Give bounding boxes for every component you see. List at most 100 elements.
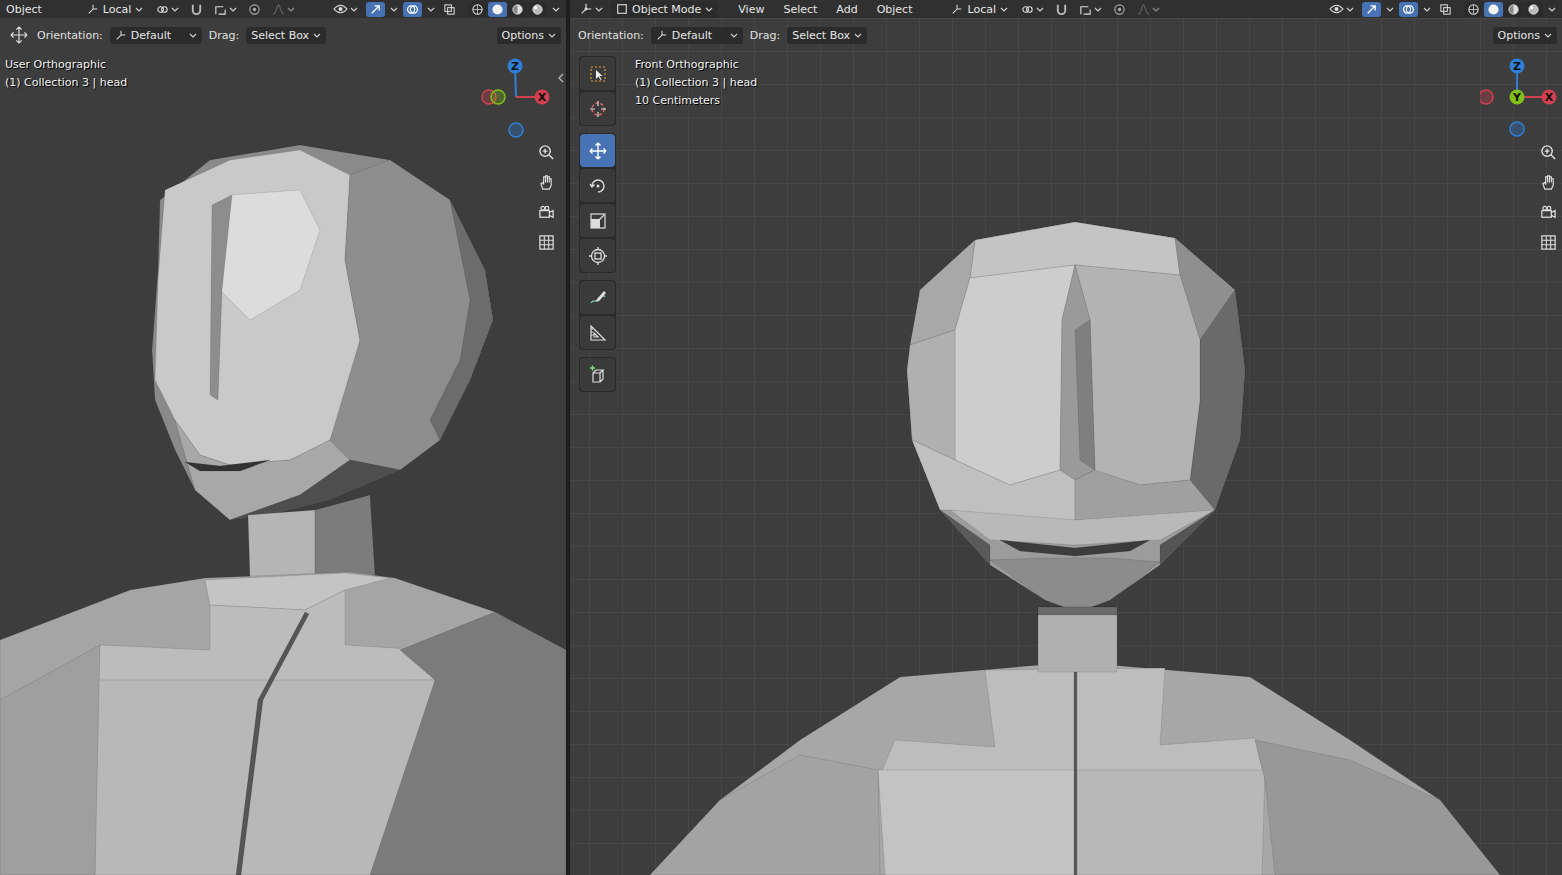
overlays-toggle[interactable] xyxy=(403,2,422,17)
menu-item[interactable]: Object xyxy=(870,3,920,16)
mode-dropdown[interactable]: Object Mode xyxy=(611,1,718,18)
camera-view-button[interactable] xyxy=(534,200,558,224)
gizmo-axis-handle[interactable] xyxy=(1542,90,1557,105)
mesh-face xyxy=(955,265,1075,485)
pivot-button[interactable] xyxy=(153,2,182,17)
navigation-gizmo[interactable]: ZXY xyxy=(1480,56,1560,140)
tool-button[interactable] xyxy=(580,92,615,125)
transform-orientation-dropdown[interactable]: Local xyxy=(946,1,1013,18)
orientation-value: Default xyxy=(672,29,726,42)
shading-button[interactable] xyxy=(1484,2,1503,17)
gizmo-axis-label: Y xyxy=(1512,91,1522,104)
snap-toggle[interactable] xyxy=(1052,2,1071,17)
shading-button[interactable] xyxy=(1504,2,1523,17)
gizmo-axis-handle[interactable] xyxy=(1510,90,1525,105)
orientation-dropdown[interactable]: Default xyxy=(651,27,743,44)
snap-target-button[interactable] xyxy=(211,2,240,17)
drag-value: Select Box xyxy=(251,29,309,42)
caret-icon xyxy=(189,31,197,39)
visibility-button[interactable] xyxy=(330,2,361,16)
shading-button[interactable] xyxy=(1524,2,1543,17)
caret-icon xyxy=(1152,5,1160,13)
shading-button[interactable] xyxy=(508,2,527,17)
viewport-canvas[interactable] xyxy=(0,0,566,875)
caret-icon xyxy=(135,5,143,13)
mesh-face xyxy=(1060,265,1095,480)
pivot-button[interactable] xyxy=(1018,2,1047,17)
drag-dropdown[interactable]: Select Box xyxy=(246,27,326,44)
navigation-buttons xyxy=(534,140,558,254)
editor-type-button[interactable] xyxy=(576,1,606,17)
viewport-header: Object Mode View Select Add Object Local xyxy=(570,0,1562,18)
gizmo-negative-axis-handle[interactable] xyxy=(1480,90,1493,104)
proportional-edit-toggle[interactable] xyxy=(1110,2,1129,17)
mesh-face xyxy=(1075,265,1200,485)
pan-button[interactable] xyxy=(1536,170,1560,194)
drag-dropdown[interactable]: Select Box xyxy=(787,27,867,44)
shading-button[interactable] xyxy=(528,2,547,17)
xray-toggle[interactable] xyxy=(440,2,459,17)
mesh-face xyxy=(1000,540,1150,556)
tool-group xyxy=(579,280,616,350)
menu-item[interactable]: View xyxy=(731,3,771,16)
drag-label: Drag: xyxy=(209,29,239,42)
zoom-button[interactable] xyxy=(534,140,558,164)
left-3d-viewport[interactable]: Object Local Orientation: Default Drag: … xyxy=(0,0,566,875)
select-box-icon xyxy=(588,64,608,84)
tool-button[interactable] xyxy=(580,316,615,349)
rotate-icon xyxy=(588,176,608,196)
caret-icon xyxy=(1423,5,1431,13)
proportional-edit-toggle[interactable] xyxy=(245,2,264,17)
mode-label: Object Mode xyxy=(632,3,701,16)
tool-button[interactable] xyxy=(580,239,615,272)
zoom-button[interactable] xyxy=(1536,140,1560,164)
gizmo-negative-axis-handle[interactable] xyxy=(1510,122,1524,136)
caret-icon xyxy=(730,31,738,39)
gizmo-toggle[interactable] xyxy=(1362,2,1381,17)
shading-button[interactable] xyxy=(1464,2,1483,17)
gizmo-toggle[interactable] xyxy=(366,2,385,17)
snap-toggle[interactable] xyxy=(187,2,206,17)
gizmo-negative-axis-handle[interactable] xyxy=(509,123,523,137)
shading-button[interactable] xyxy=(488,2,507,17)
caret-icon xyxy=(1346,5,1354,13)
gizmo-axis-handle[interactable] xyxy=(1510,59,1525,74)
viewport-canvas[interactable] xyxy=(570,0,1562,875)
menu-item[interactable]: Add xyxy=(829,3,864,16)
snap-target-button[interactable] xyxy=(1076,2,1105,17)
visibility-button[interactable] xyxy=(1326,2,1357,16)
overlays-toggle[interactable] xyxy=(1399,2,1418,17)
camera-view-button[interactable] xyxy=(1536,200,1560,224)
tool-button[interactable] xyxy=(580,204,615,237)
pan-button[interactable] xyxy=(534,170,558,194)
mesh-face xyxy=(1038,607,1117,615)
right-3d-viewport[interactable]: Object Mode ViewSelectAddObject Local Or… xyxy=(570,0,1562,875)
menu-item[interactable]: Select xyxy=(776,3,824,16)
transform-orientation-dropdown[interactable]: Local xyxy=(82,1,149,18)
navigation-gizmo[interactable]: ZX xyxy=(480,56,560,140)
gizmo-negative-axis-handle[interactable] xyxy=(491,90,505,104)
tool-button[interactable] xyxy=(580,57,615,90)
tool-button[interactable] xyxy=(580,281,615,314)
gizmo-axis-handle[interactable] xyxy=(508,59,523,74)
orientation-dropdown[interactable]: Default xyxy=(110,27,202,44)
tool-button[interactable] xyxy=(580,358,615,391)
projection-toggle-button[interactable] xyxy=(1536,230,1560,254)
options-dropdown[interactable]: Options xyxy=(497,27,561,44)
gizmo-axis-handle[interactable] xyxy=(535,90,550,105)
shading-button[interactable] xyxy=(468,2,487,17)
options-dropdown[interactable]: Options xyxy=(1493,27,1557,44)
mode-dropdown[interactable]: Object xyxy=(6,1,47,18)
viewport-info: User Orthographic(1) Collection 3 | head xyxy=(5,57,127,90)
falloff-button[interactable] xyxy=(269,2,298,17)
falloff-button[interactable] xyxy=(1134,2,1163,17)
tool-button[interactable] xyxy=(580,169,615,202)
projection-toggle-button[interactable] xyxy=(534,230,558,254)
wireframe-shading-icon xyxy=(1467,3,1480,16)
sidebar-collapse-icon[interactable] xyxy=(556,71,566,85)
orientation-label: Orientation: xyxy=(37,29,103,42)
tool-button[interactable] xyxy=(580,134,615,167)
xray-toggle[interactable] xyxy=(1436,2,1455,17)
gizmo-axis-label: Z xyxy=(511,60,519,73)
gizmo-axis-label: Z xyxy=(1513,60,1521,73)
